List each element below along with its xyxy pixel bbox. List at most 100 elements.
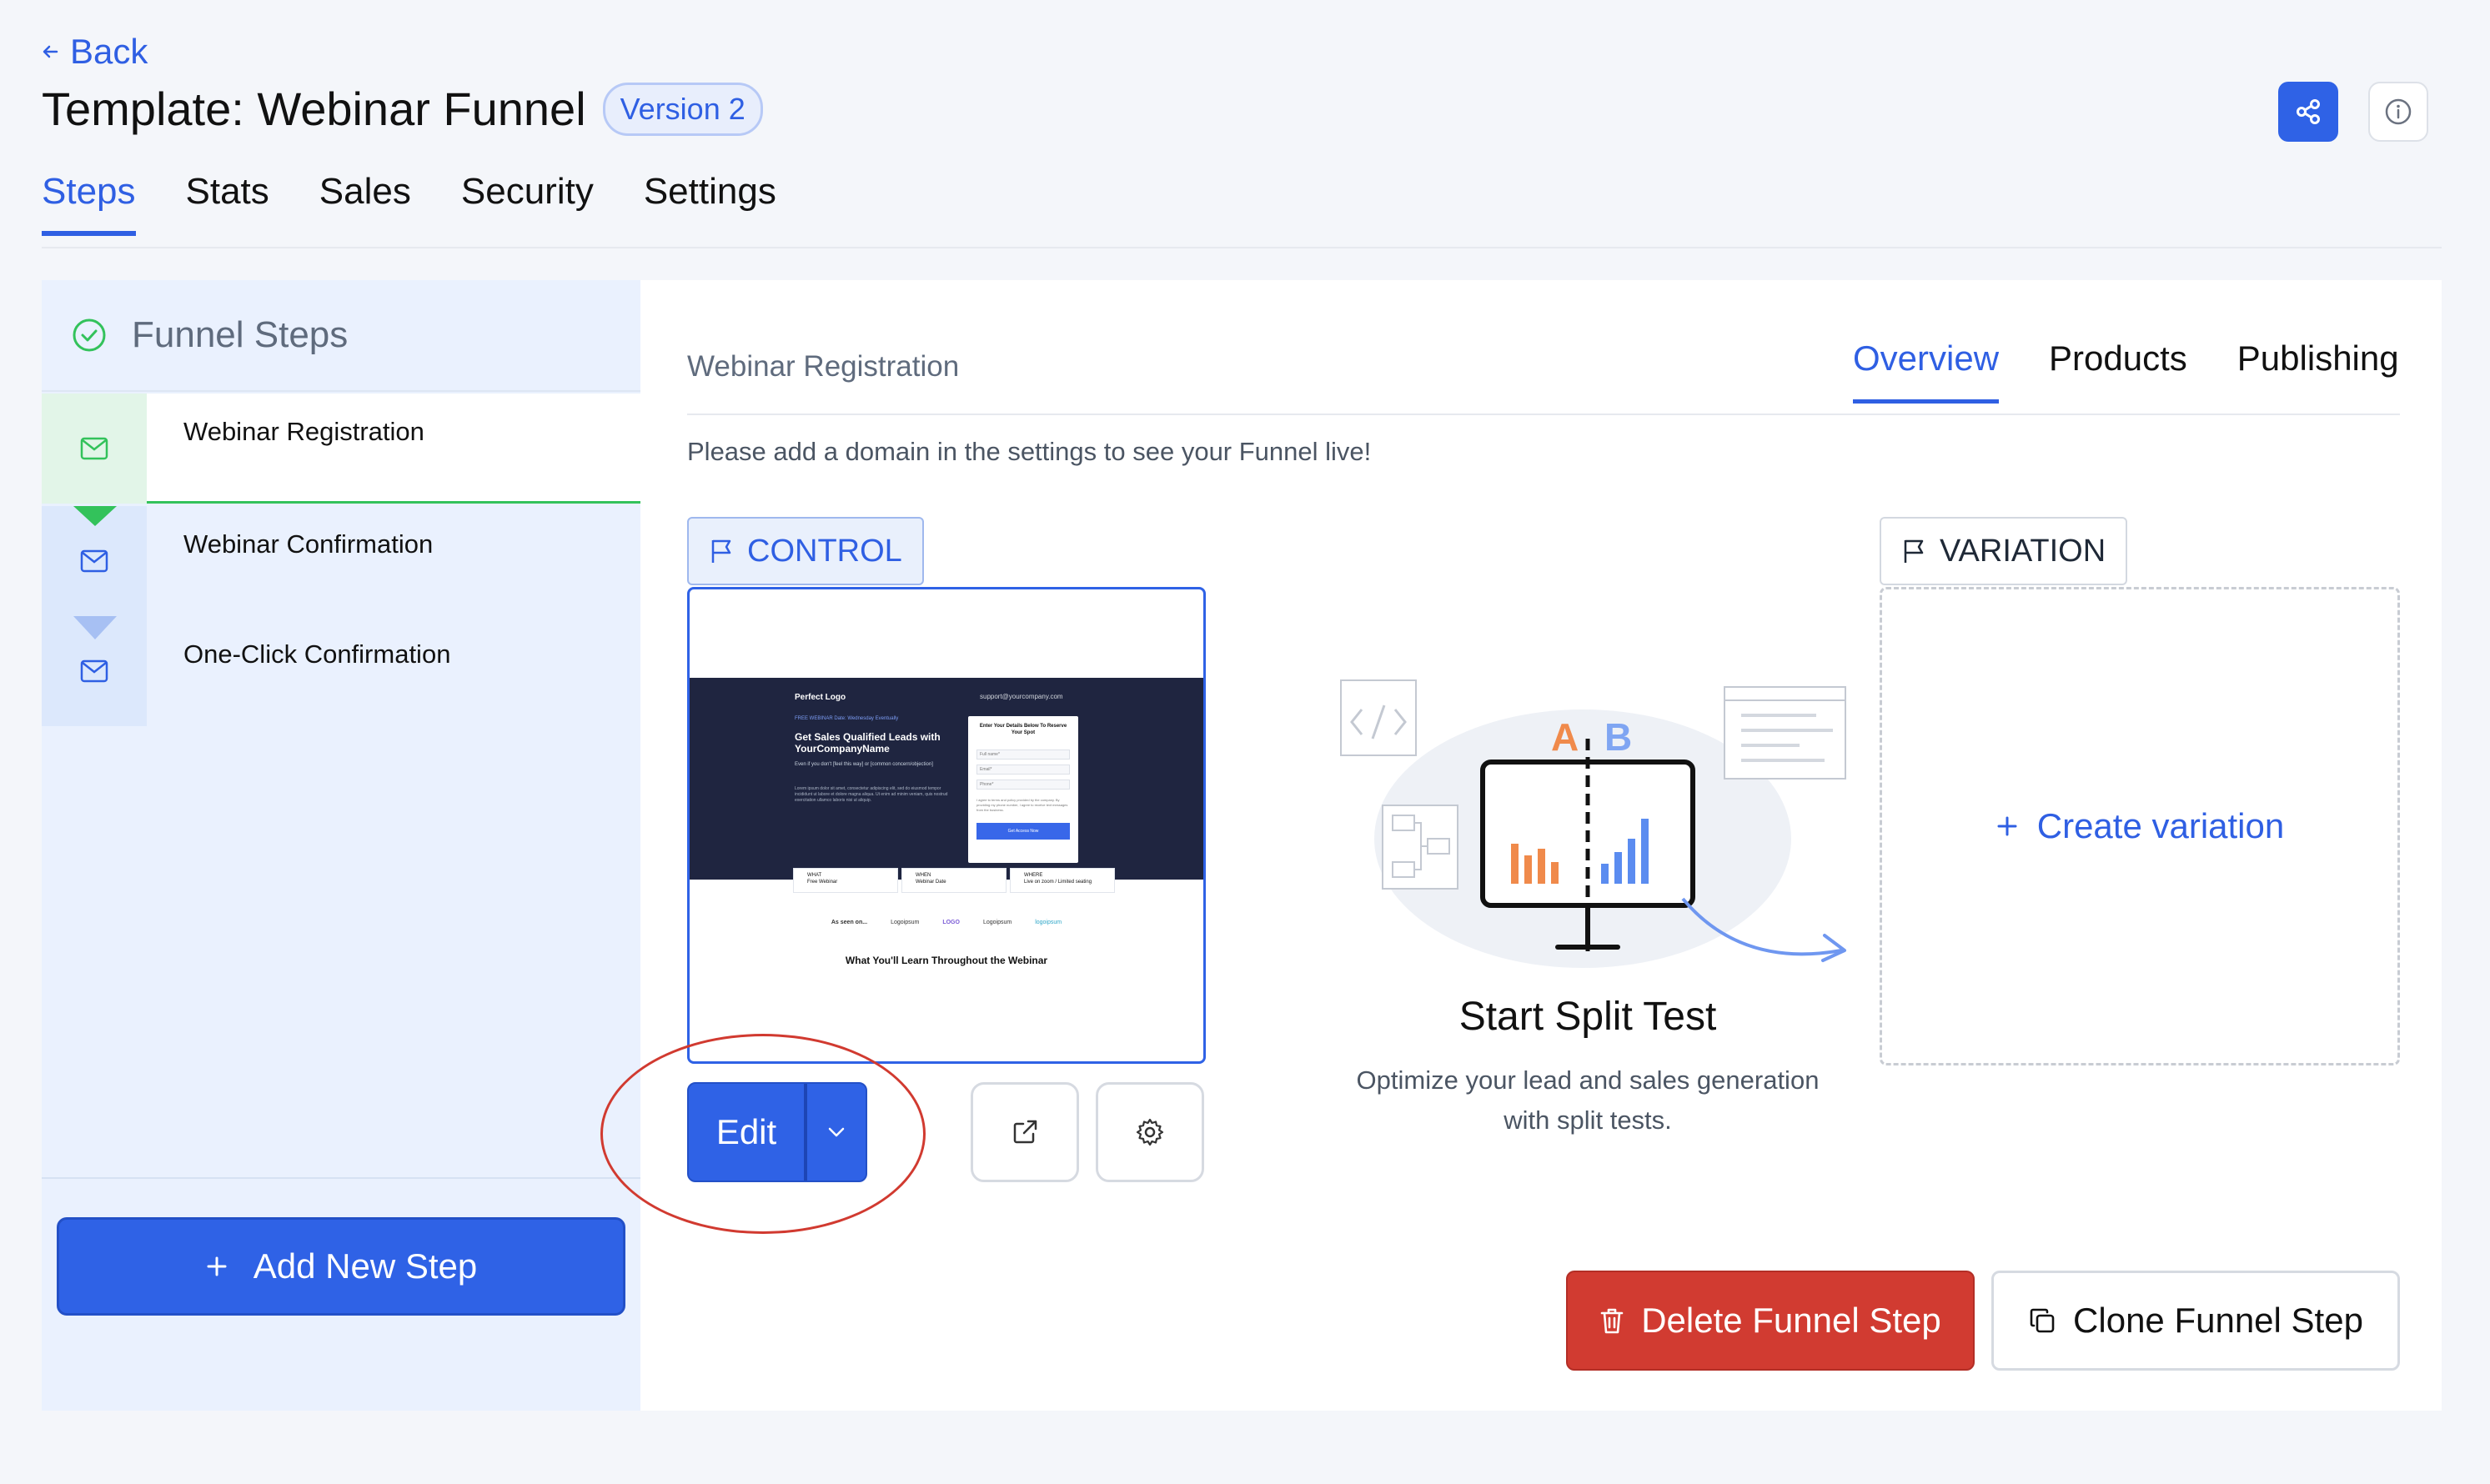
share-button[interactable]	[2278, 82, 2338, 142]
info-icon	[2384, 98, 2412, 126]
tabs-divider	[42, 247, 2442, 248]
preview-form-title: Enter Your Details Below To Reserve Your…	[979, 724, 1067, 735]
edit-dropdown-toggle[interactable]	[807, 1084, 866, 1181]
clone-label: Clone Funnel Step	[2073, 1301, 2363, 1340]
mail-icon	[80, 659, 108, 683]
preview-field: Full name*	[976, 750, 1070, 760]
open-preview-button[interactable]	[971, 1082, 1079, 1182]
preview-seen-on: As seen on...	[831, 920, 868, 925]
step-settings-button[interactable]	[1096, 1082, 1204, 1182]
sidebar-divider	[42, 1177, 640, 1179]
split-label-a: A	[1551, 715, 1579, 759]
page-title: Template: Webinar Funnel	[42, 83, 586, 135]
delete-funnel-step-button[interactable]: Delete Funnel Step	[1566, 1271, 1975, 1371]
preview-learn-title: What You'll Learn Throughout the Webinar	[845, 955, 1048, 966]
mail-icon	[80, 437, 108, 460]
chevron-down-icon	[826, 1126, 846, 1139]
funnel-steps-sidebar: Funnel Steps Webinar Registration Webina…	[42, 280, 640, 1411]
title-row: Template: Webinar Funnel Version 2	[42, 82, 763, 136]
preview-field: Phone*	[976, 780, 1070, 790]
preview-logo: Perfect Logo	[795, 693, 846, 702]
tab-security[interactable]: Security	[461, 171, 594, 236]
step-tabs: Overview Products Publishing	[1853, 338, 2399, 404]
plus-icon	[205, 1255, 228, 1278]
delete-label: Delete Funnel Step	[1641, 1301, 1941, 1340]
preview-field: Email*	[976, 765, 1070, 775]
step-rail	[42, 394, 147, 504]
step-connector	[73, 506, 117, 526]
split-label-b: B	[1604, 715, 1632, 759]
preview-info-card: WHERE Live on zoom / Limited seating	[1010, 868, 1115, 893]
external-link-icon	[1010, 1117, 1040, 1147]
preview-submit: Get Access Now	[976, 823, 1070, 840]
add-step-label: Add New Step	[253, 1246, 478, 1286]
split-desc-line: with split tests.	[1504, 1105, 1672, 1135]
step-label: Webinar Registration	[183, 417, 424, 446]
info-value: Free Webinar	[807, 880, 838, 885]
preview-info-card: WHEN Webinar Date	[901, 868, 1007, 893]
add-new-step-button[interactable]: Add New Step	[57, 1217, 625, 1316]
plus-icon	[1996, 815, 2019, 838]
tab-publishing[interactable]: Publishing	[2237, 338, 2399, 404]
preview-logos-row: As seen on... Logoipsum LOGO Logoipsum l…	[690, 920, 1203, 925]
trash-icon	[1599, 1306, 1624, 1335]
edit-button[interactable]: Edit	[687, 1082, 867, 1182]
tab-overview[interactable]: Overview	[1853, 338, 2000, 404]
preview-logo-item: Logoipsum	[982, 920, 1012, 925]
info-button[interactable]	[2368, 82, 2428, 142]
back-label: Back	[70, 32, 148, 71]
sidebar-title: Funnel Steps	[132, 314, 349, 355]
tab-products[interactable]: Products	[2049, 338, 2187, 404]
tab-settings[interactable]: Settings	[644, 171, 776, 236]
control-tag: CONTROL	[687, 517, 924, 585]
flag-icon	[709, 538, 734, 564]
main-tabs: Steps Stats Sales Security Settings	[42, 171, 776, 236]
tab-sales[interactable]: Sales	[319, 171, 411, 236]
clone-funnel-step-button[interactable]: Clone Funnel Step	[1991, 1271, 2400, 1371]
version-badge: Version 2	[602, 82, 763, 136]
preview-headline: Get Sales Qualified Leads with YourCompa…	[795, 731, 941, 755]
preview-form: Enter Your Details Below To Reserve Your…	[968, 716, 1078, 863]
info-title: WHEN	[916, 873, 931, 878]
info-title: WHERE	[1024, 873, 1043, 878]
gear-icon	[1135, 1117, 1165, 1147]
info-value: Live on zoom / Limited seating	[1024, 880, 1092, 885]
tab-stats[interactable]: Stats	[186, 171, 269, 236]
check-circle-icon	[72, 318, 107, 353]
back-link[interactable]: Back	[42, 32, 148, 72]
preview-subheadline: Even if you don't [feel this way] or [co…	[795, 762, 933, 767]
split-test-illustration: A B	[1340, 679, 1846, 968]
flag-icon	[1901, 538, 1926, 564]
info-title: WHAT	[807, 873, 822, 878]
preview-logo-item: LOGO	[942, 920, 960, 925]
preview-email: support@yourcompany.com	[980, 693, 1063, 700]
arrow-left-icon	[42, 43, 60, 61]
preview-consent: I agree to terms and policy provided by …	[976, 798, 1068, 812]
sidebar-header: Funnel Steps	[42, 280, 640, 392]
create-variation-button[interactable]: Create variation	[1880, 587, 2400, 1065]
sidebar-item-webinar-confirmation[interactable]: Webinar Confirmation	[42, 506, 640, 616]
preview-body-text: Lorem ipsum dolor sit amet, consectetur …	[795, 786, 948, 803]
create-variation-label: Create variation	[2036, 806, 2285, 845]
share-icon	[2293, 97, 2323, 127]
control-label: CONTROL	[747, 533, 902, 569]
step-connector	[73, 616, 117, 639]
step-label: Webinar Confirmation	[183, 529, 434, 559]
funnel-card: Funnel Steps Webinar Registration Webina…	[42, 280, 2442, 1411]
page-preview-thumbnail[interactable]: Perfect Logo support@yourcompany.com FRE…	[687, 587, 1206, 1064]
preview-eyebrow: FREE WEBINAR Date: Wednesday Eventually	[795, 716, 899, 721]
info-value: Webinar Date	[916, 880, 946, 885]
sidebar-item-webinar-registration[interactable]: Webinar Registration	[42, 394, 640, 504]
step-label: One-Click Confirmation	[183, 639, 451, 669]
split-test-description: Optimize your lead and sales generation …	[1279, 1060, 1896, 1141]
split-desc-line: Optimize your lead and sales generation	[1356, 1065, 1820, 1095]
mail-icon	[80, 549, 108, 573]
tab-steps[interactable]: Steps	[42, 171, 136, 236]
sidebar-item-one-click-confirmation[interactable]: One-Click Confirmation	[42, 616, 640, 726]
edit-label: Edit	[689, 1084, 807, 1181]
copy-icon	[2028, 1306, 2056, 1335]
split-test-title: Start Split Test	[1458, 995, 1717, 1039]
variation-label: VARIATION	[1940, 533, 2106, 569]
domain-notice: Please add a domain in the settings to s…	[687, 437, 1372, 466]
step-title: Webinar Registration	[687, 350, 960, 383]
